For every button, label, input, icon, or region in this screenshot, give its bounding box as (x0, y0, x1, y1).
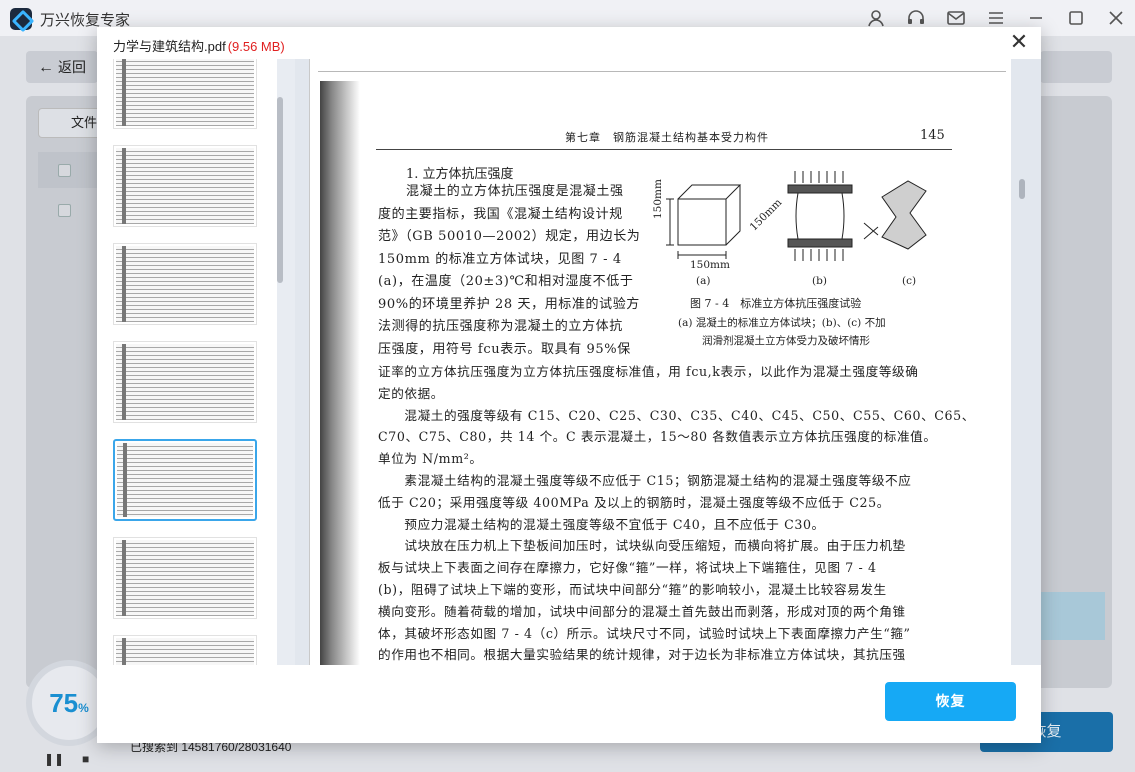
tree-checkbox[interactable] (58, 164, 71, 177)
menu-icon[interactable] (986, 8, 1006, 28)
text-line: 90%的环境里养护 28 天，用标准的试验方 (378, 296, 640, 312)
dim-label-c: 150mm (690, 259, 730, 271)
text-line: 横向变形。随着荷载的增加，试块中间部分的混凝土首先鼓出而剥落，形成对顶的两个角锥 (378, 603, 906, 619)
figure-7-4: 150mm 150mm 150mm (a) (b) (c) (650, 163, 950, 287)
selected-row-highlight (1040, 592, 1105, 640)
sub-label-b: (b) (812, 275, 827, 287)
text-line: 证率的立方体抗压强度为立方体抗压强度标准值，用 fcu,k表示，以此作为混凝土强… (378, 364, 919, 379)
back-button[interactable]: ← 返回 (26, 51, 98, 83)
text-line: 混凝土的强度等级有 C15、C20、C25、C30、C35、C40、C45、C5… (378, 407, 975, 423)
dialog-header: 力学与建筑结构.pdf (9.56 MB) ✕ (97, 27, 1041, 59)
sub-label-a: (a) (696, 275, 711, 287)
file-name: 力学与建筑结构.pdf (113, 39, 226, 54)
text-line: 度的主要指标，我国《混凝土结构设计规 (378, 206, 623, 222)
text-line: 范》（GB 50010—2002）规定，用边长为 (378, 229, 641, 244)
thumbnail-page-preview (116, 540, 254, 616)
tree-checkbox[interactable] (58, 204, 71, 217)
text-line: (b)，阻碍了试块上下端的变形，而试块中间部分“箍”的影响较小，混凝土比较容易发… (378, 582, 887, 597)
dialog-close-icon[interactable]: ✕ (1007, 31, 1031, 55)
dialog-footer: 恢复 (97, 665, 1041, 743)
page-thumbnail[interactable] (113, 537, 257, 619)
text-line: 单位为 N/mm²。 (378, 451, 483, 467)
page-scrollbar[interactable] (1019, 179, 1025, 199)
page-thumbnail[interactable] (113, 635, 257, 665)
right-toolbar (1040, 51, 1112, 83)
page-content: 第七章 钢筋混凝土结构基本受力构件 145 1. 立方体抗压强度 150mm 1… (310, 59, 1011, 665)
pdf-viewer: 第七章 钢筋混凝土结构基本受力构件 145 1. 立方体抗压强度 150mm 1… (97, 59, 1041, 665)
pdf-page: 第七章 钢筋混凝土结构基本受力构件 145 1. 立方体抗压强度 150mm 1… (309, 59, 1011, 665)
mail-icon[interactable] (946, 8, 966, 28)
maximize-icon[interactable] (1066, 8, 1086, 28)
page-thumbnail[interactable] (113, 145, 257, 227)
figure-caption-sub2: 润滑剂混凝土立方体受力及破坏情形 (702, 335, 870, 347)
file-title: 力学与建筑结构.pdf (9.56 MB) (113, 36, 285, 55)
preview-dialog: 力学与建筑结构.pdf (9.56 MB) ✕ 第七章 钢筋混凝土结构基本受力构件… (97, 27, 1041, 743)
figure-caption-sub1: (a) 混凝土的标准立方体试块；(b)、(c) 不加 (678, 317, 886, 329)
text-line: 法测得的抗压强度称为混凝土的立方体抗 (378, 319, 623, 334)
text-line: 压强度，用符号 fcu表示。取具有 95%保 (378, 341, 631, 357)
section-title: 1. 立方体抗压强度 (406, 167, 514, 182)
text-line: 素混凝土结构的混凝土强度等级不应低于 C15；钢筋混凝土结构的混凝土强度等级不应 (378, 473, 912, 488)
thumbnail-page-preview (116, 246, 254, 322)
text-line: 150mm 的标准立方体试块，见图 7 - 4 (378, 251, 622, 267)
header-rule (376, 149, 952, 150)
page-thumbnail[interactable] (113, 439, 257, 521)
page-area: 第七章 钢筋混凝土结构基本受力构件 145 1. 立方体抗压强度 150mm 1… (295, 59, 1041, 665)
page-number: 145 (920, 128, 945, 143)
text-line: 定的依据。 (378, 385, 444, 401)
progress-unit: % (78, 701, 89, 715)
figure-caption: 图 7 - 4 标准立方体抗压强度试验 (690, 297, 862, 310)
sub-label-c: (c) (902, 275, 917, 287)
text-line: (a)，在温度（20±3)℃和相对湿度不低于 (378, 274, 634, 289)
thumbnail-page-preview (116, 344, 254, 420)
file-size: (9.56 MB) (227, 39, 285, 54)
app-logo-icon (10, 8, 32, 30)
thumbnail-page-preview (116, 638, 254, 665)
thumbnail-page-preview (116, 59, 254, 126)
recover-button[interactable]: 恢复 (885, 682, 1016, 721)
text-line: 混凝土的立方体抗压强度是混凝土强 (406, 184, 624, 199)
text-line: 板与试块上下表面之间存在摩擦力，它好像“箍”一样，将试块上下端箍住，见图 7 -… (378, 560, 877, 576)
minimize-icon[interactable] (1026, 8, 1046, 28)
stop-icon[interactable]: ■ (82, 752, 89, 766)
text-line: C70、C75、C80，共 14 个。C 表示混凝土，15～80 各数值表示立方… (378, 429, 937, 445)
text-line: 试块放在压力机上下垫板间加压时，试块纵向受压缩短，而横向将扩展。由于压力机垫 (378, 538, 906, 554)
text-line: 体，其破坏形态如图 7 - 4（c）所示。试块尺寸不同，试验时试块上下表面摩擦力… (378, 625, 911, 641)
page-thumbnail[interactable] (113, 243, 257, 325)
pause-icon[interactable]: ❚❚ (44, 752, 64, 766)
progress-value: 75 (49, 688, 79, 718)
page-thumbnail[interactable] (113, 341, 257, 423)
thumbnail-page-preview (117, 443, 253, 517)
text-line: 的作用也不相同。根据大量实验结果的统计规律，对于边长为非标准立方体试块，其抗压强 (378, 647, 906, 663)
close-icon[interactable] (1106, 8, 1126, 28)
text-line: 低于 C20；采用强度等级 400MPa 及以上的钢筋时，混凝土强度等级不应低于… (378, 494, 890, 510)
page-thumbnail[interactable] (113, 59, 257, 129)
user-icon[interactable] (866, 8, 886, 28)
dim-label-a: 150mm (652, 179, 664, 219)
back-label: 返回 (58, 59, 86, 75)
text-line: 预应力混凝土结构的混凝土强度等级不宜低于 C40，且不应低于 C30。 (378, 516, 825, 532)
thumbnail-list[interactable] (97, 59, 277, 665)
headset-icon[interactable] (906, 8, 926, 28)
chapter-header: 第七章 钢筋混凝土结构基本受力构件 (565, 131, 769, 144)
thumbnail-scrollbar[interactable] (277, 97, 283, 283)
arrow-left-icon: ← (38, 59, 54, 76)
thumbnail-page-preview (116, 148, 254, 224)
